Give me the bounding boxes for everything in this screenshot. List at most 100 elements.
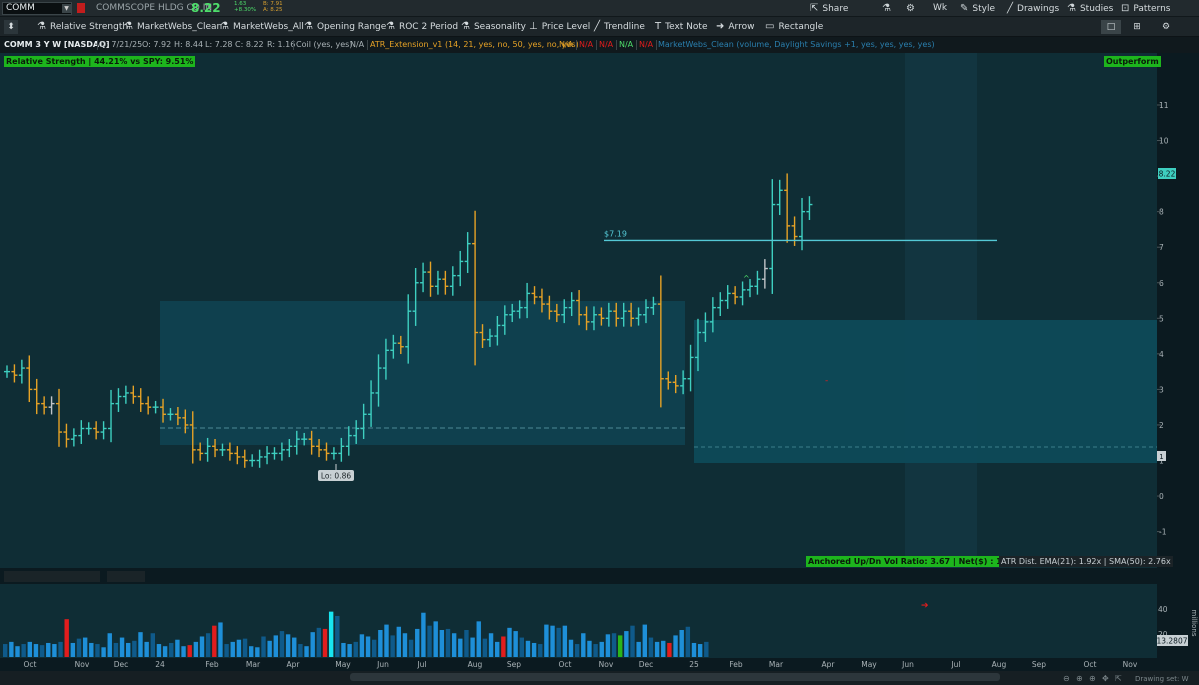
toolbar-item-roc-2-period[interactable]: ⚗ ROC 2 Period	[386, 20, 458, 34]
drawings-icon: ╱	[1007, 3, 1014, 14]
atr-value-1: N/A	[559, 40, 574, 49]
cursor-icon[interactable]: ⇱	[1115, 674, 1122, 683]
pin-icon: ⬍	[7, 22, 15, 32]
atr-value-3: N/A	[599, 40, 614, 49]
pin-button[interactable]: ⬍	[4, 20, 18, 34]
toolbar-item-text-note[interactable]: T Text Note	[655, 20, 707, 34]
volume-bar	[224, 644, 229, 657]
zoom-in-icon[interactable]: ⊕	[1089, 674, 1096, 683]
volume-bar	[673, 635, 678, 657]
volume-bar	[132, 640, 137, 657]
toolbar-item-relative-strength[interactable]: ⚗ Relative Strength	[37, 20, 128, 34]
atr-extension-study[interactable]: ATR_Extension_v1 (14, 21, yes, no, 50, y…	[370, 40, 579, 49]
toolbar-item-opening-range[interactable]: ⚗ Opening Range	[304, 20, 386, 34]
volume-bar	[175, 639, 180, 657]
grid-layout-button[interactable]: ⊞	[1128, 20, 1146, 34]
studies-icon: ⚗	[1067, 3, 1076, 14]
settings-button[interactable]: ⚙	[906, 2, 919, 15]
volume-bar	[439, 630, 445, 657]
toolbar-item-label: ROC 2 Period	[398, 22, 459, 32]
single-layout-button[interactable]: □	[1101, 20, 1121, 34]
time-axis-label: Oct	[1084, 660, 1097, 669]
time-axis-label: Oct	[559, 660, 572, 669]
volume-bar	[624, 631, 629, 657]
lower-study-tab[interactable]	[4, 571, 100, 582]
scrollbar-thumb[interactable]	[350, 673, 1000, 681]
volume-bar	[556, 627, 561, 657]
toolbar-item-rectangle[interactable]: ▭ Rectangle	[765, 20, 823, 34]
ask-value: A: 8.25	[263, 7, 283, 13]
volume-bar	[322, 628, 328, 657]
volume-bar	[568, 639, 574, 657]
volume-bar	[402, 633, 408, 657]
toolbar-item-label: Rectangle	[778, 22, 824, 32]
time-axis-label: Aug	[992, 660, 1007, 669]
drawings-button[interactable]: ╱ Drawings	[1007, 2, 1059, 15]
time-axis-label: Oct	[24, 660, 37, 669]
volume-bar	[261, 636, 266, 657]
style-icon: ✎	[960, 3, 969, 14]
study-icon: ⚗	[37, 21, 46, 32]
patterns-button[interactable]: ⊡ Patterns	[1121, 2, 1170, 15]
chart-settings-button[interactable]: ⚙	[1157, 20, 1175, 34]
volume-bar	[292, 637, 297, 657]
bar-open: O: 7.92	[142, 40, 172, 49]
volume-bar	[488, 633, 494, 657]
volume-bar	[236, 639, 242, 657]
coil-study[interactable]: Coil (yes, yes)	[296, 40, 352, 49]
time-axis-label: Jul	[950, 660, 960, 669]
bar-high: H: 8.44	[174, 40, 204, 49]
gear-icon: ⚙	[1161, 22, 1171, 32]
volume-bar	[359, 634, 365, 657]
toolbar-item-label: Opening Range	[316, 22, 387, 32]
divider	[596, 40, 597, 50]
volume-unit-label: millions	[1190, 610, 1198, 637]
volume-bar	[451, 633, 457, 657]
volume-bar	[46, 642, 51, 657]
volume-bar	[335, 615, 340, 657]
volume-bar	[513, 631, 518, 657]
patterns-icon: ⊡	[1121, 3, 1130, 14]
toolbar-item-marketwebs-all[interactable]: ⚗ MarketWebs_All	[220, 20, 304, 34]
share-button[interactable]: ⇱ Share	[810, 2, 848, 15]
study-icon: ⚗	[386, 21, 395, 32]
toolbar-item-label: MarketWebs_All	[232, 22, 304, 32]
volume-bar	[482, 638, 488, 657]
time-axis-label: 25	[689, 660, 699, 669]
symbol-dropdown-icon[interactable]: ▼	[62, 4, 71, 13]
toolbar-item-price-level[interactable]: ⊥ Price Level	[529, 20, 590, 34]
volume-bar	[396, 626, 401, 657]
alert-flag-icon[interactable]	[77, 3, 85, 13]
toolbar-item-marketwebs-clean[interactable]: ⚗ MarketWebs_Clean	[124, 20, 222, 34]
study-icon: ⚗	[220, 21, 229, 32]
zoom-out-icon[interactable]: ⊖	[1063, 674, 1070, 683]
flask-button[interactable]: ⚗	[882, 2, 895, 15]
marketwebs-study[interactable]: MarketWebs_Clean (volume, Daylight Savin…	[658, 40, 935, 49]
toolbar-item-arrow[interactable]: ➜ Arrow	[716, 20, 754, 34]
pan-icon[interactable]: ✥	[1102, 674, 1109, 683]
volume-bar	[169, 642, 174, 657]
gear-icon: ⚙	[906, 3, 915, 14]
aggregation-button[interactable]: Wk	[933, 2, 947, 15]
time-axis[interactable]	[0, 658, 1157, 670]
volume-bar	[408, 639, 414, 657]
toolbar-item-label: Trendline	[604, 22, 645, 32]
toolbar-item-seasonality[interactable]: ⚗ Seasonality	[461, 20, 526, 34]
price-axis[interactable]	[1157, 53, 1199, 685]
volume-last-label: 13.2807	[1156, 637, 1187, 646]
studies-button[interactable]: ⚗ Studies	[1067, 2, 1113, 15]
volume-bar	[433, 621, 438, 657]
chart-area[interactable]: 11109876543210-1 $7.19 Lo: 0.86 8.22 1 -…	[0, 53, 1199, 685]
volume-bar	[89, 642, 94, 657]
volume-bar	[15, 646, 20, 657]
toolbar-item-trendline[interactable]: ╱ Trendline	[594, 20, 645, 34]
lower-study-tab-2[interactable]	[107, 571, 145, 582]
square-icon: □	[1106, 22, 1116, 32]
price-chart[interactable]: 11109876543210-1 $7.19 Lo: 0.86 8.22 1 -…	[0, 53, 1199, 685]
volume-bar	[704, 641, 709, 657]
volume-bar	[667, 642, 672, 657]
style-button[interactable]: ✎ Style	[960, 2, 995, 15]
volume-bar	[697, 644, 703, 657]
reset-zoom-icon[interactable]: ⊕	[1076, 674, 1083, 683]
volume-bar	[199, 636, 205, 657]
